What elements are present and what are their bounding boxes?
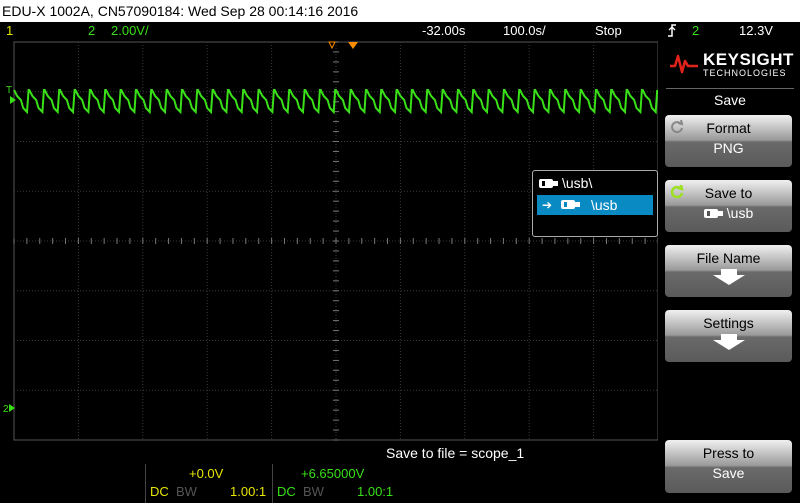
save-to-softkey[interactable]: Save to \usb [665,180,792,232]
ch1-offset: +0.0V [189,466,224,481]
trigger-level[interactable]: 12.3V [739,22,773,40]
format-softkey[interactable]: Format PNG [665,115,792,167]
ch2-indicator[interactable]: 2 [88,22,95,40]
directory-browser[interactable]: \usb\ ➔ \usb [532,170,658,237]
dir-browser-header: \usb\ [539,173,592,193]
ch2-bw-limit: BW [303,484,324,499]
press-to-save-line2: Save [712,465,745,481]
trigger-level-marker: T [6,85,12,96]
usb-drive-icon [703,208,724,219]
status-bar: 1 2 2.00V/ -32.00s 100.0s/ Stop 2 12.3V [0,22,800,40]
arrow-right-icon: ➔ [542,198,553,212]
save-file-label: Save to file = scope_1 [386,445,525,461]
save-to-value-row: \usb [665,205,792,221]
brand-name: KEYSIGHT [703,50,794,69]
window-title: EDU-X 1002A, CN57090184: Wed Sep 28 00:1… [0,0,800,22]
ch1-indicator[interactable]: 1 [6,22,13,40]
file-name-label: File Name [696,250,761,266]
trigger-source[interactable]: 2 [692,22,699,40]
press-to-save-softkey[interactable]: Press to Save [665,440,792,493]
ch2-scale[interactable]: 2.00V/ [111,22,149,40]
format-value: PNG [713,140,744,156]
delay-readout[interactable]: -32.00s [422,22,465,40]
save-to-value: \usb [726,205,754,221]
settings-label: Settings [703,315,754,331]
dir-browser-header-label: \usb\ [562,175,593,191]
ch1-bw-limit: BW [176,484,197,499]
channel-info-bar: +0.0V DC BW 1.00:1 +6.65000V DC BW 1.00:… [0,464,658,503]
ch2-probe: 1.00:1 [357,484,394,499]
usb-drive-icon [539,178,559,189]
file-name-softkey[interactable]: File Name [665,245,792,297]
ch1-coupling: DC [150,484,169,499]
format-label: Format [706,120,751,136]
graticule: T2 [3,41,658,441]
delay-marker [348,42,358,49]
ch2-coupling: DC [277,484,296,499]
run-state[interactable]: Stop [595,22,622,40]
press-to-save-line1: Press to [702,445,755,461]
ch2-ground-marker: 2 [3,404,9,415]
ch1-probe: 1.00:1 [230,484,267,499]
settings-softkey[interactable]: Settings [665,310,792,362]
trigger-position-marker [328,41,336,50]
ch1-info[interactable]: +0.0V DC BW 1.00:1 [145,464,271,503]
softmenu-title: Save [666,88,794,110]
ch2-offset: +6.65000V [301,466,365,481]
usb-drive-icon [561,199,581,210]
brand-sub: TECHNOLOGIES [703,68,787,78]
timebase-readout[interactable]: 100.0s/ [503,22,546,40]
dir-browser-selected-label: \usb [591,197,618,213]
ch2-info[interactable]: +6.65000V DC BW 1.00:1 [272,464,400,503]
ch2-level-arrow [10,96,16,104]
keysight-logo-icon [670,54,698,74]
softkey-panel: KEYSIGHT TECHNOLOGIES Save Format PNG Sa… [658,40,800,503]
dir-browser-selected-item[interactable]: ➔ \usb [537,195,653,215]
waveform-display[interactable]: T2 [0,40,658,442]
save-file-status: Save to file = scope_1 [0,442,658,464]
save-to-label: Save to [704,185,753,201]
keysight-logo: KEYSIGHT TECHNOLOGIES [661,43,798,87]
